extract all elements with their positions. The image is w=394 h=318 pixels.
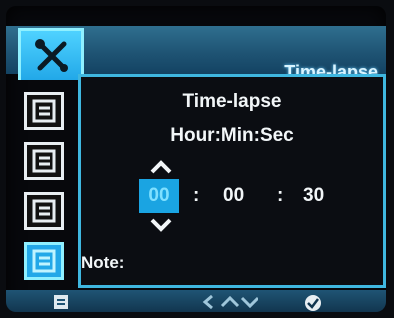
panel-title: Time-lapse (182, 91, 282, 112)
menu-page-icon[interactable] (52, 294, 70, 310)
hours-field[interactable]: 00 (139, 179, 179, 213)
chevron-up-icon[interactable] (149, 159, 173, 175)
sidebar-item-2[interactable] (24, 142, 64, 180)
settings-tab[interactable] (18, 28, 84, 80)
seconds-field[interactable]: 30 (303, 185, 324, 207)
menu-page-icon (32, 249, 56, 273)
checkmark-icon[interactable] (304, 294, 322, 312)
time-format-label: Hour:Min:Sec (170, 125, 294, 146)
separator: : (193, 185, 200, 206)
menu-page-icon (32, 149, 56, 173)
wrench-screwdriver-icon (35, 39, 68, 72)
chevron-down-icon[interactable] (149, 217, 173, 233)
bottom-bar (6, 290, 386, 312)
navigate-arrows-icon[interactable] (202, 294, 258, 310)
note-label: Note: (81, 253, 125, 272)
sidebar-item-4[interactable] (24, 242, 64, 280)
menu-page-icon (32, 99, 56, 123)
timelapse-panel: Time-lapse Hour:Min:Sec 00 : 00 : 30 Not… (78, 74, 386, 288)
sidebar-item-3[interactable] (24, 192, 64, 230)
separator: : (277, 185, 284, 206)
sidebar-item-1[interactable] (24, 92, 64, 130)
camera-screen: Time-lapse Time-lapse Hour:Min:Sec 00: … (6, 6, 386, 312)
menu-page-icon (32, 199, 56, 223)
minutes-field[interactable]: 00 (223, 185, 244, 207)
